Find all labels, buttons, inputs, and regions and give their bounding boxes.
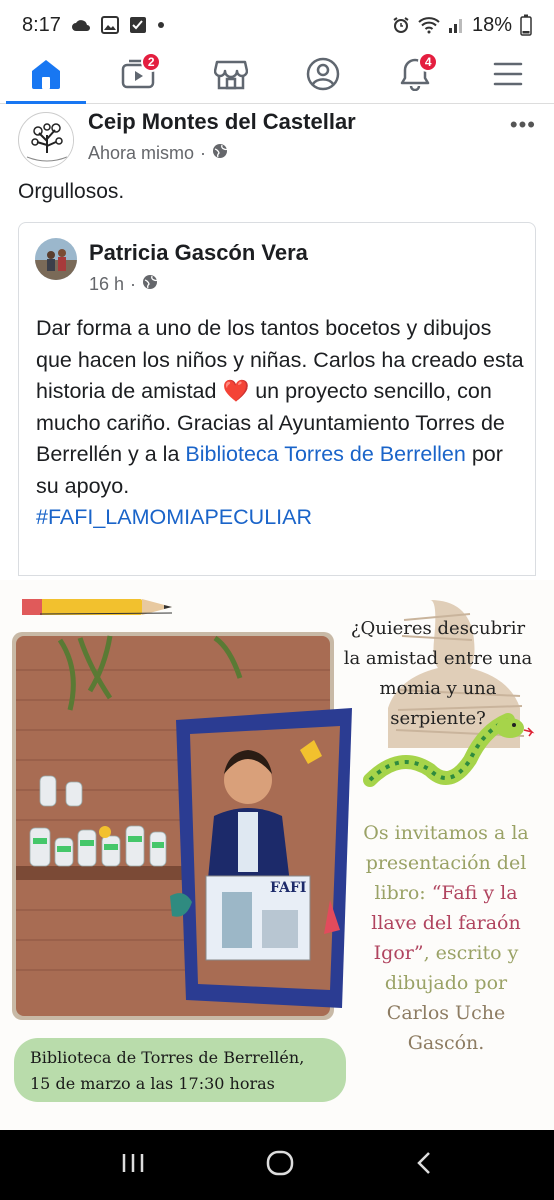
cloud-icon [71,18,91,32]
battery-level: 18% [471,13,512,36]
alarm-icon [392,16,410,34]
page-name[interactable]: Ceip Montes del Castellar [88,109,356,135]
android-navigation-bar [0,1130,554,1200]
dot-icon [157,21,165,29]
status-bar: 8:17 18% [0,0,554,50]
pencil-icon [22,599,173,615]
tab-menu[interactable] [462,50,554,103]
heart-emoji: ❤️ [222,379,250,403]
tab-home[interactable] [0,50,92,104]
shared-author-name[interactable]: Patricia Gascón Vera [89,240,308,266]
page-avatar[interactable] [18,112,74,168]
signal-icon [448,16,464,34]
battery-icon [520,14,532,36]
post-meta: Ahora mismo · [88,143,228,164]
shared-time[interactable]: 16 h [89,274,124,295]
checkbox-icon [129,16,147,34]
post-header: Ceip Montes del Castellar Ahora mismo · … [0,106,554,172]
shared-post-body: Dar forma a uno de los tantos bocetos y … [36,316,524,529]
tab-notifications[interactable]: 4 [369,50,461,103]
gallery-icon [100,16,119,34]
wifi-icon [418,16,440,34]
home-button[interactable] [265,1150,295,1181]
home-icon [28,57,64,96]
profile-icon [306,57,340,96]
back-button[interactable] [414,1150,434,1181]
child-frame [176,708,352,1008]
poster-event-caption: Biblioteca de Torres de Berrellén, 15 de… [14,1038,346,1102]
facebook-tab-bar: 2 4 [0,50,554,104]
clock: 8:17 [22,13,61,36]
school-logo-icon [20,114,73,167]
shared-author-avatar[interactable] [35,238,77,280]
poster-question: ¿Quieres descubrir la amistad entre una … [343,618,533,729]
shared-post-card[interactable]: Patricia Gascón Vera 16 h · Dar forma a … [18,222,536,576]
tab-video[interactable]: 2 [92,50,184,103]
hashtag-link[interactable]: #FAFI_LAMOMIAPECULIAR [36,505,312,529]
post-text: Orgullosos. [18,180,125,203]
globe-icon [142,274,158,295]
recent-apps-button[interactable] [120,1152,146,1179]
hamburger-menu-icon [493,61,523,92]
globe-icon [212,143,228,164]
back-chevron-icon [417,1151,431,1174]
more-options-button[interactable]: ••• [510,112,536,138]
poster-invitation: Os invitamos a la presentación del libro… [363,822,529,1054]
video-badge: 2 [141,52,162,72]
tab-profile[interactable] [277,50,369,103]
marketplace-icon [213,58,249,95]
tab-marketplace[interactable] [185,50,277,103]
library-link[interactable]: Biblioteca Torres de Berrellen [185,442,465,466]
event-poster-image[interactable]: FAFI ¿Quieres descubrir la amistad entre… [0,580,554,1130]
recent-apps-icon [122,1153,143,1172]
home-circle-icon [266,1150,294,1175]
book-cover-title: FAFI [270,880,306,896]
post-time[interactable]: Ahora mismo [88,143,194,164]
shared-meta: 16 h · [89,274,158,295]
notifications-badge: 4 [418,52,439,72]
